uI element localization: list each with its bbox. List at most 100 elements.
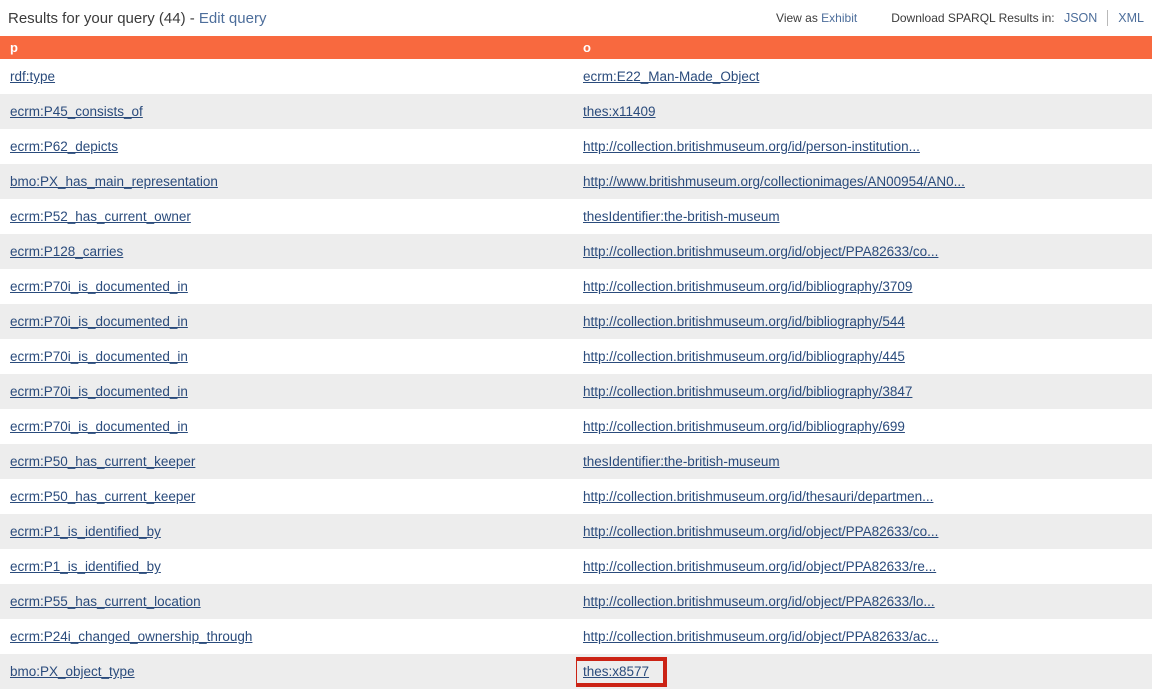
cell-o: ecrm:E22_Man-Made_Object — [576, 59, 1152, 94]
predicate-link[interactable]: ecrm:P1_is_identified_by — [10, 524, 161, 539]
cell-o: http://collection.britishmuseum.org/id/o… — [576, 234, 1152, 269]
object-link[interactable]: http://collection.britishmuseum.org/id/p… — [583, 139, 920, 154]
cell-p: ecrm:P70i_is_documented_in — [0, 304, 576, 339]
link-separator — [1107, 10, 1108, 26]
download-group: Download SPARQL Results in: JSON XML — [891, 10, 1144, 26]
table-row: ecrm:P50_has_current_keeper thesIdentifie… — [0, 444, 1152, 479]
header-row: p o — [0, 36, 1152, 59]
table-row: ecrm:P55_has_current_location http://coll… — [0, 584, 1152, 619]
predicate-link[interactable]: ecrm:P50_has_current_keeper — [10, 454, 195, 469]
cell-p: ecrm:P52_has_current_owner — [0, 199, 576, 234]
column-header-o: o — [576, 36, 1152, 59]
cell-p: ecrm:P1_is_identified_by — [0, 514, 576, 549]
cell-p: ecrm:P50_has_current_keeper — [0, 444, 576, 479]
cell-o: http://collection.britishmuseum.org/id/o… — [576, 619, 1152, 654]
annotation-highlight-box: thes:x8577 — [576, 657, 667, 687]
table-row: ecrm:P70i_is_documented_in http://collect… — [0, 304, 1152, 339]
cell-o: http://collection.britishmuseum.org/id/p… — [576, 129, 1152, 164]
object-link[interactable]: http://collection.britishmuseum.org/id/b… — [583, 314, 905, 329]
object-link[interactable]: http://collection.britishmuseum.org/id/b… — [583, 279, 912, 294]
table-row: bmo:PX_object_type thes:x8577 — [0, 654, 1152, 689]
predicate-link[interactable]: ecrm:P50_has_current_keeper — [10, 489, 195, 504]
results-table: p o rdf:type ecrm:E22_Man-Made_Objectecrm… — [0, 36, 1152, 689]
object-link[interactable]: thesIdentifier:the-british-museum — [583, 454, 780, 469]
predicate-link[interactable]: ecrm:P70i_is_documented_in — [10, 279, 188, 294]
top-right-links: View as Exhibit Download SPARQL Results … — [776, 10, 1144, 26]
object-link[interactable]: http://collection.britishmuseum.org/id/b… — [583, 349, 905, 364]
view-as-group: View as Exhibit — [776, 11, 857, 25]
predicate-link[interactable]: ecrm:P70i_is_documented_in — [10, 314, 188, 329]
cell-p: ecrm:P24i_changed_ownership_through — [0, 619, 576, 654]
predicate-link[interactable]: ecrm:P70i_is_documented_in — [10, 349, 188, 364]
results-count-title: Results for your query (44) — [8, 10, 186, 27]
object-link[interactable]: ecrm:E22_Man-Made_Object — [583, 69, 759, 84]
cell-o: http://collection.britishmuseum.org/id/o… — [576, 549, 1152, 584]
object-link[interactable]: http://collection.britishmuseum.org/id/o… — [583, 559, 936, 574]
download-xml-link[interactable]: XML — [1118, 11, 1144, 25]
view-as-label: View as — [776, 11, 821, 25]
object-link[interactable]: thes:x11409 — [583, 104, 656, 119]
download-json-link[interactable]: JSON — [1064, 11, 1097, 25]
cell-o: http://collection.britishmuseum.org/id/b… — [576, 374, 1152, 409]
download-links: JSON XML — [1064, 10, 1144, 26]
predicate-link[interactable]: ecrm:P45_consists_of — [10, 104, 143, 119]
cell-p: ecrm:P70i_is_documented_in — [0, 409, 576, 444]
predicate-link[interactable]: bmo:PX_object_type — [10, 664, 135, 679]
column-header-p: p — [0, 36, 576, 59]
table-row: rdf:type ecrm:E22_Man-Made_Object — [0, 59, 1152, 94]
results-table-body: rdf:type ecrm:E22_Man-Made_Object ecrm:P45… — [0, 59, 1152, 689]
cell-o: thes:x11409 — [576, 94, 1152, 129]
top-bar: Results for your query (44) - Edit query… — [0, 0, 1152, 36]
cell-o: http://collection.britishmuseum.org/id/t… — [576, 479, 1152, 514]
object-link[interactable]: http://collection.britishmuseum.org/id/o… — [583, 524, 938, 539]
object-link[interactable]: http://collection.britishmuseum.org/id/b… — [583, 384, 912, 399]
cell-p: ecrm:P128_carries — [0, 234, 576, 269]
table-row: ecrm:P70i_is_documented_in http://collect… — [0, 339, 1152, 374]
predicate-link[interactable]: ecrm:P1_is_identified_by — [10, 559, 161, 574]
cell-p: ecrm:P1_is_identified_by — [0, 549, 576, 584]
cell-o: http://collection.britishmuseum.org/id/b… — [576, 269, 1152, 304]
download-label: Download SPARQL Results in: — [891, 11, 1058, 25]
predicate-link[interactable]: ecrm:P70i_is_documented_in — [10, 419, 188, 434]
exhibit-link[interactable]: Exhibit — [821, 11, 857, 25]
table-row: ecrm:P52_has_current_owner thesIdentifier… — [0, 199, 1152, 234]
table-row: ecrm:P70i_is_documented_in http://collect… — [0, 374, 1152, 409]
table-row: ecrm:P62_depicts http://collection.britis… — [0, 129, 1152, 164]
cell-o: http://collection.britishmuseum.org/id/o… — [576, 514, 1152, 549]
object-link[interactable]: http://collection.britishmuseum.org/id/o… — [583, 594, 935, 609]
predicate-link[interactable]: ecrm:P52_has_current_owner — [10, 209, 191, 224]
predicate-link[interactable]: bmo:PX_has_main_representation — [10, 174, 218, 189]
object-link[interactable]: http://collection.britishmuseum.org/id/o… — [583, 629, 938, 644]
cell-p: ecrm:P50_has_current_keeper — [0, 479, 576, 514]
cell-p: ecrm:P70i_is_documented_in — [0, 339, 576, 374]
cell-p: ecrm:P55_has_current_location — [0, 584, 576, 619]
table-row: ecrm:P45_consists_of thes:x11409 — [0, 94, 1152, 129]
predicate-link[interactable]: rdf:type — [10, 69, 55, 84]
object-link[interactable]: http://collection.britishmuseum.org/id/o… — [583, 244, 938, 259]
cell-p: bmo:PX_has_main_representation — [0, 164, 576, 199]
object-link[interactable]: thes:x8577 — [583, 664, 649, 679]
cell-p: ecrm:P62_depicts — [0, 129, 576, 164]
cell-p: ecrm:P70i_is_documented_in — [0, 269, 576, 304]
predicate-link[interactable]: ecrm:P70i_is_documented_in — [10, 384, 188, 399]
results-table-header: p o — [0, 36, 1152, 59]
cell-o: http://collection.britishmuseum.org/id/o… — [576, 584, 1152, 619]
cell-o: http://www.britishmuseum.org/collectioni… — [576, 164, 1152, 199]
predicate-link[interactable]: ecrm:P128_carries — [10, 244, 123, 259]
cell-p: ecrm:P70i_is_documented_in — [0, 374, 576, 409]
object-link[interactable]: http://collection.britishmuseum.org/id/b… — [583, 419, 905, 434]
object-link[interactable]: thesIdentifier:the-british-museum — [583, 209, 780, 224]
table-row: bmo:PX_has_main_representation http://www… — [0, 164, 1152, 199]
object-link[interactable]: http://www.britishmuseum.org/collectioni… — [583, 174, 965, 189]
object-link[interactable]: http://collection.britishmuseum.org/id/t… — [583, 489, 933, 504]
table-row: ecrm:P1_is_identified_by http://collectio… — [0, 514, 1152, 549]
predicate-link[interactable]: ecrm:P62_depicts — [10, 139, 118, 154]
edit-query-link[interactable]: Edit query — [199, 10, 267, 27]
cell-p: bmo:PX_object_type — [0, 654, 576, 689]
table-row: ecrm:P24i_changed_ownership_through http:… — [0, 619, 1152, 654]
table-row: ecrm:P70i_is_documented_in http://collect… — [0, 269, 1152, 304]
predicate-link[interactable]: ecrm:P55_has_current_location — [10, 594, 201, 609]
page-title: Results for your query (44) - Edit query — [8, 10, 266, 27]
predicate-link[interactable]: ecrm:P24i_changed_ownership_through — [10, 629, 252, 644]
table-row: ecrm:P1_is_identified_by http://collectio… — [0, 549, 1152, 584]
